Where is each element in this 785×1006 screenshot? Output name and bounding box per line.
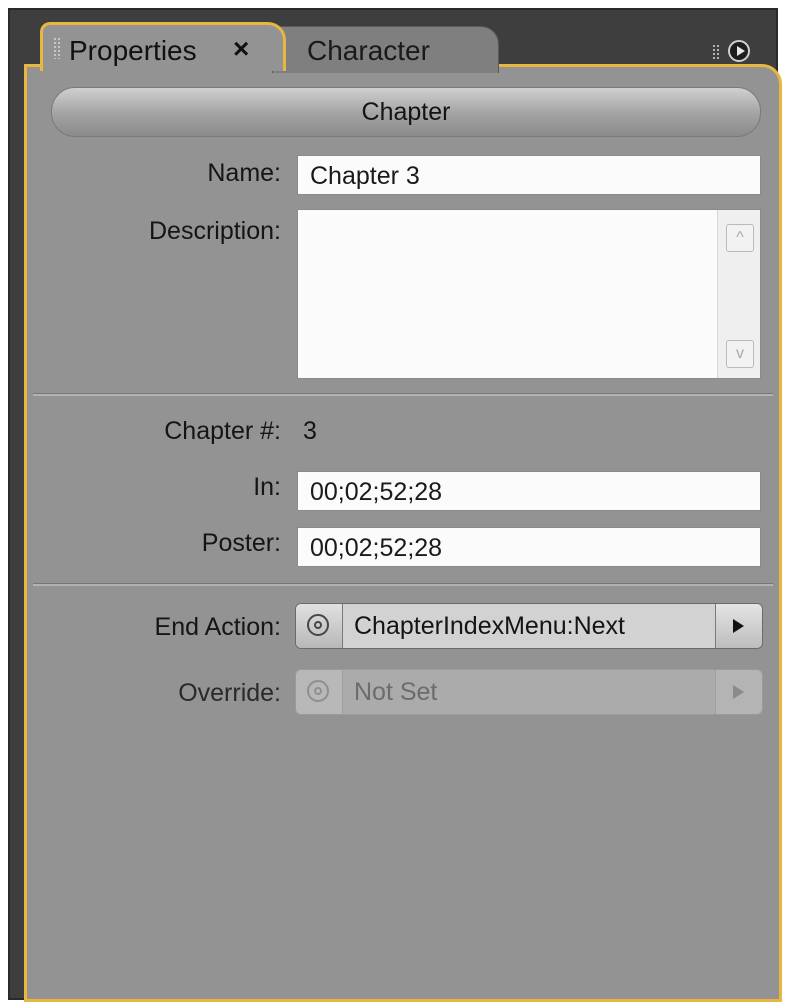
- end-action-label: End Action:: [154, 613, 281, 641]
- poster-timecode-field[interactable]: 00;02;52;28: [297, 527, 761, 567]
- in-timecode-field[interactable]: 00;02;52;28: [297, 471, 761, 511]
- description-scrollbar[interactable]: ^ v: [717, 210, 760, 378]
- tab-character[interactable]: Character: [272, 26, 499, 73]
- scroll-up-icon[interactable]: ^: [726, 224, 754, 252]
- end-action-value: ChapterIndexMenu:Next: [354, 612, 625, 640]
- chapter-number-label: Chapter #:: [164, 417, 281, 445]
- description-field[interactable]: ^ v: [297, 209, 761, 379]
- end-action-link-button[interactable]: [296, 604, 343, 648]
- override-dropdown[interactable]: Not Set: [295, 669, 763, 715]
- override-label: Override:: [178, 679, 281, 707]
- link-icon: [307, 680, 329, 702]
- in-label: In:: [253, 473, 281, 501]
- chapter-number-value: 3: [303, 417, 317, 445]
- name-field[interactable]: Chapter 3: [297, 155, 761, 195]
- link-icon: [307, 614, 329, 636]
- scroll-down-icon[interactable]: v: [726, 340, 754, 368]
- tab-properties[interactable]: Properties ×: [40, 22, 286, 71]
- override-value: Not Set: [354, 678, 438, 706]
- divider: [33, 393, 773, 396]
- section-header: Chapter: [51, 87, 761, 137]
- panel-menu-icon[interactable]: [728, 40, 750, 62]
- panel-grip-icon[interactable]: [712, 44, 720, 60]
- grip-icon[interactable]: [53, 37, 61, 59]
- poster-label: Poster:: [201, 529, 281, 557]
- description-label: Description:: [149, 217, 281, 245]
- tab-character-label: Character: [307, 35, 430, 66]
- arrow-right-icon[interactable]: [715, 604, 762, 648]
- close-icon[interactable]: ×: [233, 33, 249, 65]
- tab-properties-label: Properties: [69, 35, 197, 66]
- end-action-dropdown[interactable]: ChapterIndexMenu:Next: [295, 603, 763, 649]
- divider: [33, 583, 773, 586]
- name-label: Name:: [207, 159, 281, 187]
- section-title: Chapter: [361, 98, 451, 126]
- arrow-right-icon[interactable]: [715, 670, 762, 714]
- panel-frame: Character Properties × Chapter Name: Cha…: [8, 8, 782, 1002]
- properties-panel: Chapter Name: Chapter 3 Description: ^ v…: [24, 64, 782, 1002]
- override-link-button[interactable]: [296, 670, 343, 714]
